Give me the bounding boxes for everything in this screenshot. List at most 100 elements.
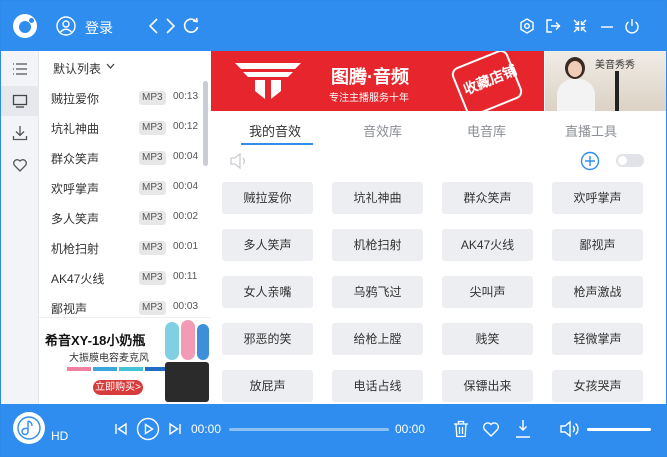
sound-effect-button[interactable]: 机枪扫射	[332, 229, 423, 261]
format-badge: MP3	[139, 181, 166, 195]
buy-now-button[interactable]: 立即购买>	[93, 380, 143, 395]
quality-badge[interactable]: HD	[51, 429, 68, 443]
microphone-image	[197, 324, 209, 360]
track-name: 贼拉爱你	[51, 92, 100, 106]
power-icon[interactable]	[624, 18, 640, 34]
track-duration: 00:04	[173, 181, 199, 192]
microphone-ad[interactable]: 希音XY-18小奶瓶 大振膜电容麦克风 立即购买>	[39, 317, 211, 404]
heart-icon[interactable]	[482, 421, 500, 437]
sound-effect-button[interactable]: 放屁声	[222, 370, 313, 402]
sound-effect-button[interactable]: 轻微掌声	[552, 323, 643, 355]
monitor-icon	[12, 94, 28, 108]
format-badge: MP3	[139, 91, 166, 105]
refresh-icon[interactable]	[182, 17, 200, 35]
sound-effect-button[interactable]: 保镖出来	[442, 370, 533, 402]
track-name: 欢呼掌声	[51, 182, 100, 196]
previous-track-icon[interactable]	[114, 422, 128, 436]
sound-effect-button[interactable]: 群众笑声	[442, 182, 533, 214]
track-name: 群众笑声	[51, 152, 100, 166]
sound-effect-button[interactable]: 枪声激战	[552, 276, 643, 308]
playlist-scrollbar[interactable]	[203, 81, 208, 166]
download-icon	[12, 126, 28, 141]
title-bar: 登录	[1, 1, 666, 51]
sound-effect-button[interactable]: 贱笑	[442, 323, 533, 355]
sound-effect-button[interactable]: 电话占线	[332, 370, 423, 402]
track-duration: 00:11	[173, 271, 198, 282]
sound-effect-button[interactable]: 给枪上膛	[332, 323, 423, 355]
progress-bar[interactable]	[229, 428, 389, 431]
format-badge: MP3	[139, 151, 166, 165]
sound-effect-button[interactable]: 尖叫声	[442, 276, 533, 308]
format-badge: MP3	[139, 271, 166, 285]
sound-effect-button[interactable]: 欢呼掌声	[552, 182, 643, 214]
chevron-down-icon[interactable]	[106, 62, 115, 70]
playlist-track[interactable]: AK47火线 MP3 00:11	[39, 262, 205, 292]
ad-title: 希音XY-18小奶瓶	[45, 333, 146, 348]
playlist-selector[interactable]: 默认列表	[53, 60, 101, 77]
sound-effect-button[interactable]: AK47火线	[442, 229, 533, 261]
trash-icon[interactable]	[453, 420, 469, 438]
app-window: 登录 默认列表 贼拉爱你 MP3 00:13 坑礼神曲 MP3 00:12 群众…	[0, 0, 667, 457]
login-button[interactable]: 登录	[85, 18, 113, 38]
favorite-tab[interactable]	[1, 150, 39, 180]
track-name: 机枪扫射	[51, 242, 100, 256]
main-panel: 图腾·音频 专注主播服务十年 收藏店铺 美音秀秀 我的音效 音效库 电音库 直播…	[211, 51, 666, 404]
sound-effect-button[interactable]: 女人亲嘴	[222, 276, 313, 308]
playlist-track[interactable]: 坑礼神曲 MP3 00:12	[39, 112, 205, 142]
left-icon-bar	[1, 51, 39, 404]
sound-effect-button[interactable]: 多人笑声	[222, 229, 313, 261]
sound-effect-button[interactable]: 鄙视声	[552, 229, 643, 261]
list-tab[interactable]	[1, 54, 39, 84]
track-duration: 00:02	[173, 211, 199, 222]
sound-effect-button[interactable]: 贼拉爱你	[222, 182, 313, 214]
color-swatch-blue	[93, 367, 117, 371]
track-name: AK47火线	[51, 272, 105, 286]
volume-icon[interactable]	[559, 419, 581, 439]
next-track-icon[interactable]	[168, 422, 182, 436]
playlist-panel: 默认列表 贼拉爱你 MP3 00:13 坑礼神曲 MP3 00:12 群众笑声 MP3 00:0…	[39, 51, 211, 316]
microphone-stand-image	[165, 362, 209, 402]
download-icon[interactable]	[514, 419, 532, 439]
sound-effect-button[interactable]: 女孩哭声	[552, 370, 643, 402]
user-icon[interactable]	[56, 16, 76, 36]
track-duration: 00:13	[173, 91, 199, 102]
track-name: 坑礼神曲	[51, 122, 100, 136]
settings-icon[interactable]	[519, 18, 535, 34]
mini-mode-icon[interactable]	[572, 18, 588, 34]
sound-effect-button[interactable]: 坑礼神曲	[332, 182, 423, 214]
track-duration: 00:12	[173, 121, 199, 132]
color-swatch-cyan	[119, 367, 143, 371]
playlist-track[interactable]: 贼拉爱你 MP3 00:13	[39, 82, 205, 112]
sound-effect-button[interactable]: 邪恶的笑	[222, 323, 313, 355]
forward-icon[interactable]	[165, 17, 177, 35]
list-icon	[13, 63, 27, 75]
ad-subtitle: 大振膜电容麦克风	[69, 353, 149, 364]
sound-effects-grid: 贼拉爱你 坑礼神曲 群众笑声 欢呼掌声多人笑声 机枪扫射 AK47火线 鄙视声女人亲嘴 乌鸦飞…	[211, 51, 666, 404]
format-badge: MP3	[139, 241, 166, 255]
format-badge: MP3	[139, 211, 166, 225]
current-time: 00:00	[191, 422, 222, 436]
playlist-track[interactable]: 机枪扫射 MP3 00:01	[39, 232, 205, 262]
format-badge: MP3	[139, 301, 166, 315]
download-tab[interactable]	[1, 118, 39, 148]
minimize-icon[interactable]	[599, 18, 615, 34]
color-swatch-pink	[67, 367, 91, 371]
sound-effect-button[interactable]: 乌鸦飞过	[332, 276, 423, 308]
exit-icon[interactable]	[545, 18, 561, 34]
playlist-track[interactable]: 欢呼掌声 MP3 00:04	[39, 172, 205, 202]
volume-slider[interactable]	[587, 428, 651, 431]
playlist-track[interactable]: 群众笑声 MP3 00:04	[39, 142, 205, 172]
track-name: 多人笑声	[51, 212, 100, 226]
track-duration: 00:03	[173, 301, 199, 312]
microphone-image	[181, 320, 195, 360]
playlist-track[interactable]: 多人笑声 MP3 00:02	[39, 202, 205, 232]
play-icon[interactable]	[136, 417, 160, 441]
playlist-track[interactable]: 鄙视声 MP3 00:03	[39, 292, 205, 316]
back-icon[interactable]	[147, 17, 159, 35]
heart-icon	[13, 159, 27, 172]
album-disc-icon[interactable]	[13, 412, 45, 444]
monitor-tab[interactable]	[1, 86, 39, 116]
player-bar: HD 00:00 00:00	[1, 404, 666, 456]
track-duration: 00:01	[173, 241, 199, 252]
app-logo-icon	[13, 14, 37, 38]
